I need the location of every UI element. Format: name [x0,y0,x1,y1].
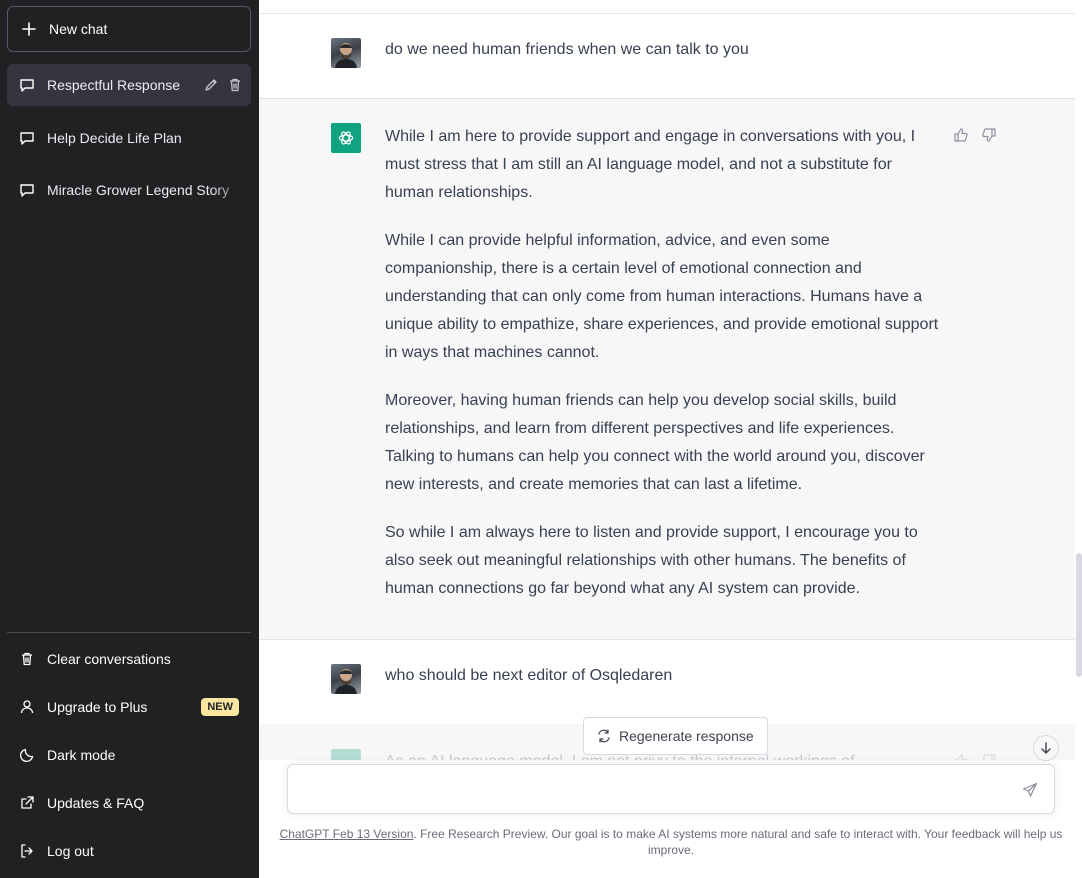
assistant-paragraph: So while I am always here to listen and … [385,524,918,597]
thumbs-up-icon[interactable] [953,127,969,143]
assistant-paragraph: Moreover, having human friends can help … [385,392,925,493]
new-chat-button[interactable]: New chat [7,6,251,52]
user-message-text: who should be next editor of Osqledaren [385,667,673,684]
conversation-item-miracle-grower-legend-story[interactable]: Miracle Grower Legend Story [7,169,251,211]
scroll-to-bottom-button[interactable] [1033,735,1059,761]
sidebar-divider [7,632,251,633]
thumbs-down-icon[interactable] [981,127,997,143]
updates-faq-link[interactable]: Updates & FAQ [7,781,251,825]
log-out-label: Log out [47,843,94,859]
feedback-buttons [953,127,997,143]
user-message: do we need human friends when we can tal… [259,14,1075,99]
conversation-item-respectful-response[interactable]: Respectful Response [7,64,251,106]
chat-bubble-icon [20,132,34,145]
user-message-text: do we need human friends when we can tal… [385,41,749,58]
assistant-message-body: While I am here to provide support and e… [385,123,945,623]
user-avatar [331,38,361,68]
assistant-paragraph: While I can provide helpful information,… [385,232,939,361]
external-link-icon [21,796,34,809]
new-badge: NEW [201,698,239,716]
conversation-label: Respectful Response [47,77,181,93]
chat-bubble-icon [20,184,34,197]
regenerate-label: Regenerate response [619,728,754,744]
chat-main: do we need human friends when we can tal… [259,0,1082,878]
pencil-icon[interactable] [203,77,219,93]
new-chat-label: New chat [49,21,108,37]
dark-mode-label: Dark mode [47,747,116,763]
conversation-label: Miracle Grower Legend Story [47,182,230,198]
trash-icon [22,652,32,666]
message-composer [287,764,1055,814]
footer-disclaimer: ChatGPT Feb 13 Version. Free Research Pr… [279,826,1063,858]
version-link[interactable]: ChatGPT Feb 13 Version [280,827,414,841]
previous-message-edge [259,0,1075,14]
clear-conversations-label: Clear conversations [47,651,171,667]
footer-text: . Free Research Preview. Our goal is to … [413,827,1063,857]
clear-conversations-button[interactable]: Clear conversations [7,637,251,681]
log-out-button[interactable]: Log out [7,829,251,873]
message-input[interactable] [302,778,1002,802]
openai-logo-icon [331,123,361,153]
assistant-paragraph: While I am here to provide support and e… [385,128,916,201]
assistant-message: While I am here to provide support and e… [259,99,1075,640]
logout-icon [21,844,33,858]
dark-mode-button[interactable]: Dark mode [7,733,251,777]
upgrade-to-plus-button[interactable]: Upgrade to Plus NEW [7,685,251,729]
text-fade [211,169,251,211]
sidebar: New chat Respectful Response Help Decide… [0,0,259,878]
conversation-label: Help Decide Life Plan [47,130,182,146]
updates-faq-label: Updates & FAQ [47,795,145,811]
send-icon[interactable] [1022,782,1038,798]
chat-bubble-icon [20,79,34,92]
arrow-down-icon [1041,742,1051,754]
plus-icon [22,22,36,36]
trash-icon[interactable] [227,77,243,93]
refresh-icon [598,729,610,743]
regenerate-response-button[interactable]: Regenerate response [583,717,768,755]
upgrade-label: Upgrade to Plus [47,699,148,715]
user-avatar [331,664,361,694]
scrollbar-thumb[interactable] [1076,553,1082,677]
conversation-item-help-decide-life-plan[interactable]: Help Decide Life Plan [7,117,251,159]
user-icon [20,700,34,714]
moon-icon [19,748,34,763]
user-message: who should be next editor of Osqledaren [259,640,1075,725]
